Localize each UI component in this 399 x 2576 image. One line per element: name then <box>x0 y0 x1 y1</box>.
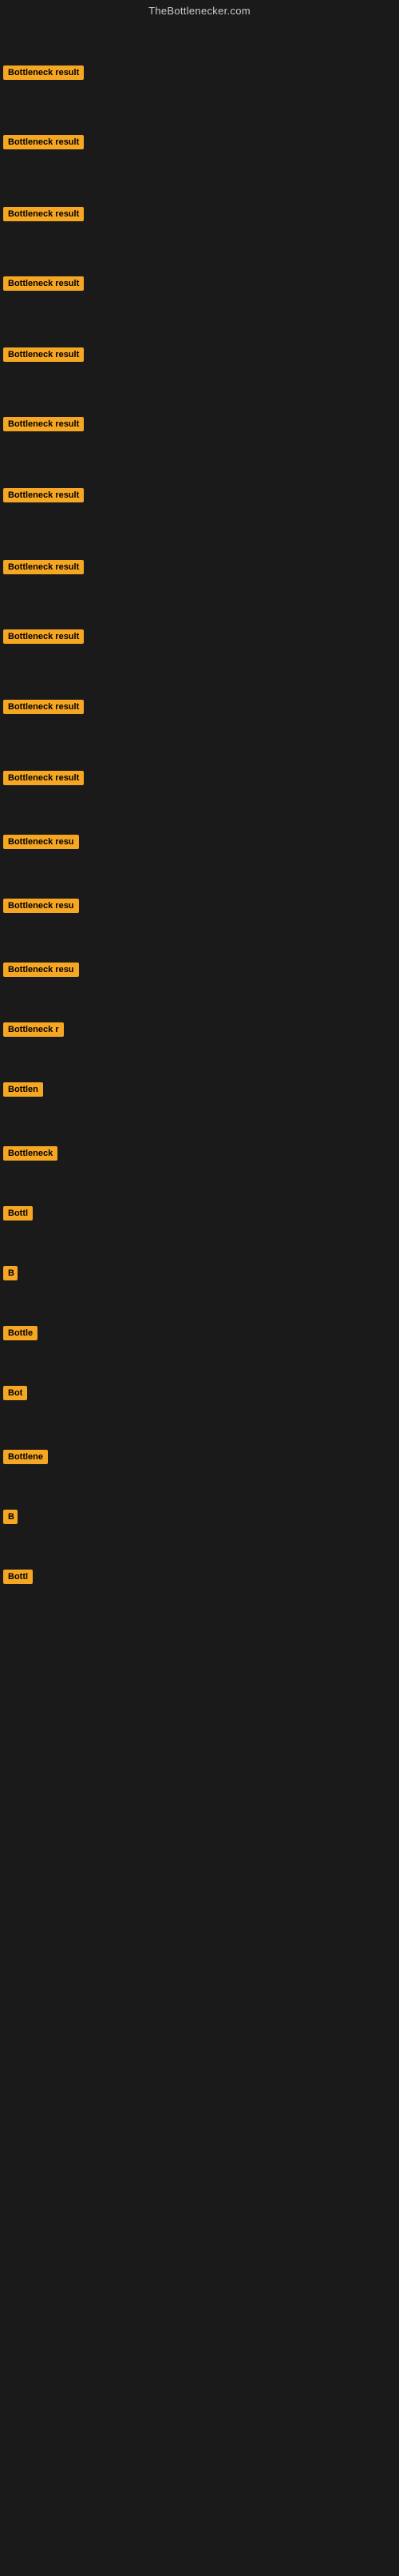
bottleneck-badge-row: Bottleneck result <box>3 560 84 578</box>
bottleneck-badge-row: Bottleneck resu <box>3 963 79 981</box>
bottleneck-badge-row: Bottleneck resu <box>3 899 79 917</box>
bottleneck-badge: Bottleneck result <box>3 488 84 502</box>
bottleneck-badge-row: Bottlene <box>3 1450 48 1468</box>
bottleneck-badge: Bottleneck result <box>3 276 84 291</box>
bottleneck-badge-row: Bottleneck result <box>3 65 84 84</box>
bottleneck-badge-row: Bottlen <box>3 1082 43 1101</box>
bottleneck-badge: Bottleneck result <box>3 135 84 149</box>
bottleneck-badge: Bottleneck result <box>3 65 84 80</box>
bottleneck-badge-row: B <box>3 1266 18 1284</box>
bottleneck-badge-row: Bottleneck result <box>3 347 84 366</box>
bottleneck-badge-row: Bottleneck <box>3 1146 57 1165</box>
bottleneck-badge-row: Bottleneck result <box>3 135 84 153</box>
bottleneck-badge-row: Bottleneck result <box>3 207 84 225</box>
bottleneck-badge: Bottleneck result <box>3 771 84 785</box>
bottleneck-badge: Bottleneck result <box>3 347 84 362</box>
bottleneck-badge: Bottlen <box>3 1082 43 1097</box>
bottleneck-badge-row: Bottleneck resu <box>3 835 79 853</box>
bottleneck-badge-row: Bottl <box>3 1570 33 1588</box>
bottleneck-badge: Bottleneck r <box>3 1022 64 1037</box>
bottleneck-badge: Bottleneck result <box>3 417 84 431</box>
bottleneck-badge: Bottleneck result <box>3 560 84 574</box>
bottleneck-badge-row: Bottleneck result <box>3 771 84 789</box>
badges-container: Bottleneck result Bottleneck result Bottle… <box>0 20 399 2576</box>
bottleneck-badge: Bottle <box>3 1326 38 1340</box>
bottleneck-badge: B <box>3 1510 18 1524</box>
bottleneck-badge-row: Bottleneck result <box>3 488 84 506</box>
bottleneck-badge-row: Bottl <box>3 1206 33 1224</box>
bottleneck-badge-row: Bottle <box>3 1326 38 1344</box>
bottleneck-badge: Bottlene <box>3 1450 48 1464</box>
bottleneck-badge: Bottleneck <box>3 1146 57 1161</box>
bottleneck-badge: Bottleneck resu <box>3 899 79 913</box>
bottleneck-badge: Bot <box>3 1386 27 1400</box>
bottleneck-badge: Bottleneck result <box>3 629 84 644</box>
bottleneck-badge-row: Bottleneck result <box>3 700 84 718</box>
bottleneck-badge: B <box>3 1266 18 1280</box>
bottleneck-badge-row: Bottleneck r <box>3 1022 64 1041</box>
bottleneck-badge-row: Bot <box>3 1386 27 1404</box>
bottleneck-badge: Bottleneck resu <box>3 835 79 849</box>
site-title-container: TheBottlenecker.com <box>0 0 399 20</box>
bottleneck-badge: Bottl <box>3 1570 33 1584</box>
site-title: TheBottlenecker.com <box>0 0 399 20</box>
bottleneck-badge: Bottleneck result <box>3 700 84 714</box>
bottleneck-badge-row: B <box>3 1510 18 1528</box>
bottleneck-badge: Bottl <box>3 1206 33 1221</box>
bottleneck-badge-row: Bottleneck result <box>3 276 84 295</box>
bottleneck-badge-row: Bottleneck result <box>3 629 84 648</box>
bottleneck-badge: Bottleneck resu <box>3 963 79 977</box>
bottleneck-badge-row: Bottleneck result <box>3 417 84 435</box>
bottleneck-badge: Bottleneck result <box>3 207 84 221</box>
